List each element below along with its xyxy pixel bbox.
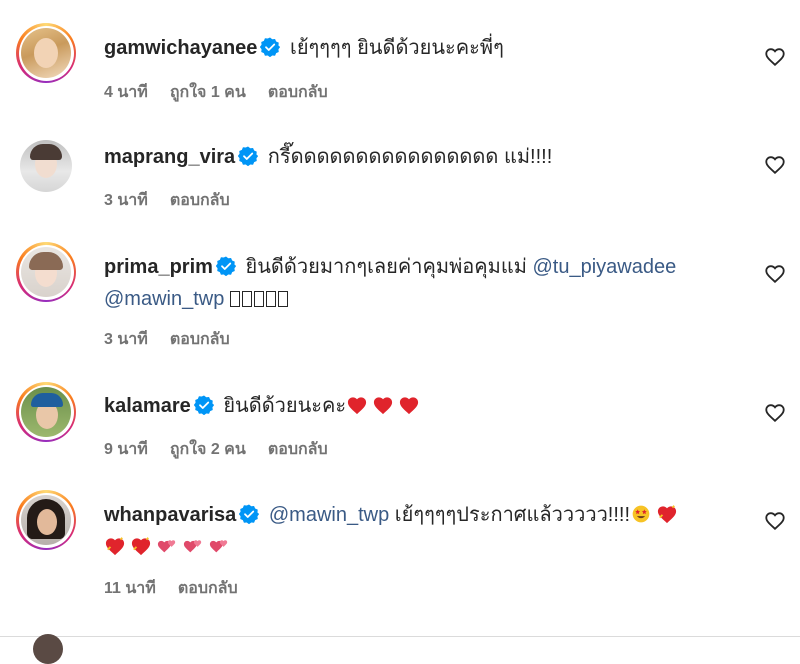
comment-username[interactable]: prima_prim — [104, 256, 213, 278]
avatar[interactable] — [16, 242, 76, 302]
comment-meta: 11 นาที ตอบกลับ — [104, 576, 238, 601]
unrendered-emoji-glyphs — [229, 288, 290, 310]
comment-time[interactable]: 9 นาที — [104, 437, 148, 462]
comment-text: กรี๊ดดดดดดดดดดดดดดดด แม่!!!! — [267, 146, 553, 168]
verified-badge-icon — [193, 395, 214, 415]
heart-outline-icon[interactable] — [764, 154, 786, 176]
comment-line: prima_prim ยินดีด้วยมากๆเลยค่าคุมพ่อคุมแ… — [104, 251, 720, 315]
heart-outline-icon[interactable] — [764, 510, 786, 532]
red-heart-icon — [348, 397, 367, 415]
double-pink-heart-icon — [209, 540, 228, 553]
reply-button[interactable]: ตอบกลับ — [170, 188, 230, 213]
comment-likes[interactable]: ถูกใจ 2 คน — [170, 437, 246, 462]
avatar[interactable] — [20, 140, 72, 192]
verified-badge-icon — [239, 504, 260, 524]
mention-link[interactable]: @tu_piyawadee — [532, 256, 676, 278]
heart-emoji-row — [104, 536, 234, 558]
verified-badge-icon — [238, 146, 259, 166]
verified-badge-icon — [260, 37, 281, 57]
reply-button[interactable]: ตอบกลับ — [178, 576, 238, 601]
comment-username[interactable]: kalamare — [104, 395, 191, 417]
avatar[interactable] — [33, 634, 63, 664]
comment-meta: 9 นาที ถูกใจ 2 คน ตอบกลับ — [104, 437, 328, 462]
comment-username[interactable]: gamwichayanee — [104, 37, 257, 59]
divider — [0, 636, 800, 637]
comment-time[interactable]: 3 นาที — [104, 327, 148, 352]
sparkling-heart-icon — [131, 537, 151, 556]
sparkling-heart-icon — [105, 537, 125, 556]
comment-username[interactable]: maprang_vira — [104, 146, 235, 168]
comment-line: gamwichayanee เย้ๆๆๆๆ ยินดีด้วยนะคะพี่ๆ — [104, 32, 720, 64]
avatar[interactable] — [16, 382, 76, 442]
comment-meta: 3 นาที ตอบกลับ — [104, 327, 230, 352]
heart-outline-icon[interactable] — [764, 402, 786, 424]
red-heart-icon — [374, 397, 393, 415]
comment-line: kalamare ยินดีด้วยนะคะ — [104, 390, 720, 422]
comment-likes[interactable]: ถูกใจ 1 คน — [170, 80, 246, 105]
double-pink-heart-icon — [183, 540, 202, 553]
mention-link[interactable]: @mawin_twp — [104, 288, 224, 310]
comment-text: เย้ๆๆๆๆ ยินดีด้วยนะคะพี่ๆ — [289, 37, 504, 59]
avatar[interactable] — [16, 23, 76, 83]
red-heart-icon — [400, 397, 419, 415]
sparkling-heart-icon — [657, 505, 677, 524]
comment-time[interactable]: 4 นาที — [104, 80, 148, 105]
comment-time[interactable]: 3 นาที — [104, 188, 148, 213]
comment-meta: 4 นาที ถูกใจ 1 คน ตอบกลับ — [104, 80, 328, 105]
comment-text: เย้ๆๆๆๆประกาศแล้ววววว!!!! — [394, 504, 631, 526]
double-pink-heart-icon — [157, 540, 176, 553]
verified-badge-icon — [215, 256, 236, 276]
comment-line: maprang_vira กรี๊ดดดดดดดดดดดดดดดด แม่!!!… — [104, 141, 720, 173]
reply-button[interactable]: ตอบกลับ — [268, 80, 328, 105]
star-struck-emoji-icon — [632, 505, 650, 523]
comment-text: ยินดีด้วยนะคะ — [223, 395, 347, 417]
comment-time[interactable]: 11 นาที — [104, 576, 156, 601]
heart-outline-icon[interactable] — [764, 263, 786, 285]
reply-button[interactable]: ตอบกลับ — [268, 437, 328, 462]
mention-link[interactable]: @mawin_twp — [269, 504, 389, 526]
avatar[interactable] — [16, 490, 76, 550]
comment-username[interactable]: whanpavarisa — [104, 504, 236, 526]
comment-line: whanpavarisa @mawin_twp เย้ๆๆๆๆประกาศแล้… — [104, 499, 720, 563]
comment-meta: 3 นาที ตอบกลับ — [104, 188, 230, 213]
comment-text: ยินดีด้วยมากๆเลยค่าคุมพ่อคุมแม่ — [245, 256, 527, 278]
heart-outline-icon[interactable] — [764, 46, 786, 68]
reply-button[interactable]: ตอบกลับ — [170, 327, 230, 352]
